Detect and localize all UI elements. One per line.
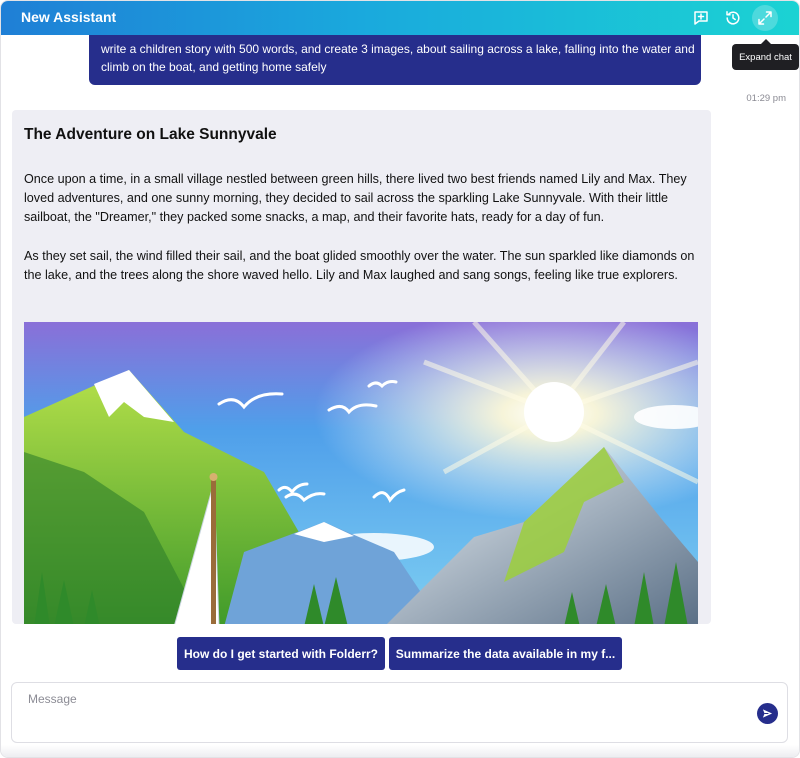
window-bottom-edge: [1, 745, 799, 757]
story-title: The Adventure on Lake Sunnyvale: [24, 126, 277, 143]
story-paragraph: Once upon a time, in a small village nes…: [24, 172, 687, 225]
expand-icon: [758, 11, 772, 25]
history-icon: [726, 11, 740, 25]
suggestion-button[interactable]: How do I get started with Folderr?: [177, 637, 385, 670]
assistant-message: The Adventure on Lake Sunnyvale Once upo…: [12, 110, 711, 624]
user-message: write a children story with 500 words, a…: [89, 35, 701, 85]
new-chat-button[interactable]: [688, 5, 714, 31]
suggestion-button[interactable]: Summarize the data available in my f...: [389, 637, 622, 670]
message-composer: [11, 682, 788, 743]
story-illustration: [24, 322, 698, 624]
expand-chat-button[interactable]: [752, 5, 778, 31]
send-button[interactable]: [757, 703, 778, 724]
story-paragraph: As they set sail, the wind filled their …: [24, 249, 695, 283]
new-chat-icon: [694, 11, 708, 25]
history-button[interactable]: [720, 5, 746, 31]
chat-window: New Assistant write a children story wit…: [0, 0, 800, 758]
message-input[interactable]: [26, 691, 730, 707]
assistant-title: New Assistant: [21, 9, 117, 25]
message-timestamp: 01:29 pm: [746, 93, 786, 104]
send-icon: [762, 709, 773, 718]
expand-chat-tooltip: Expand chat: [732, 39, 799, 70]
chat-header: New Assistant: [1, 1, 799, 35]
